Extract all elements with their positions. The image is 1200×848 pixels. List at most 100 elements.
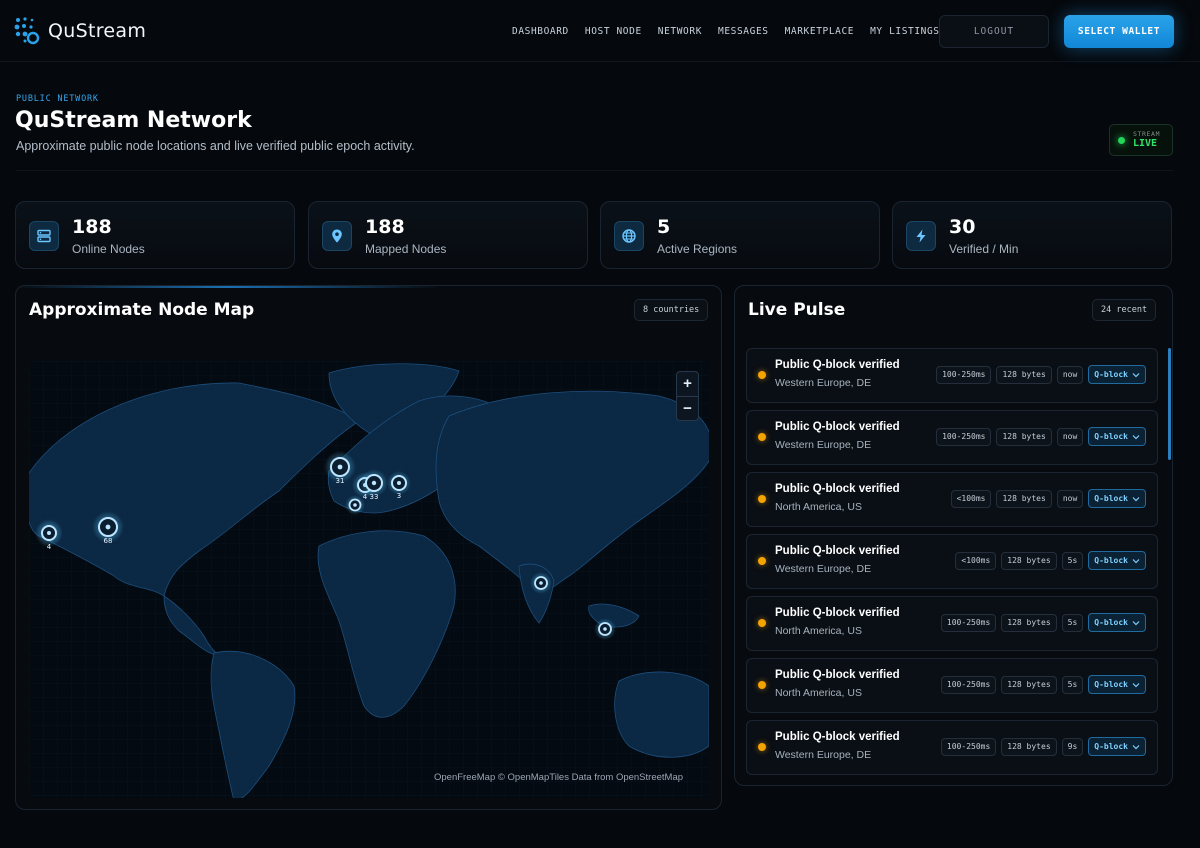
select-wallet-button[interactable]: SELECT WALLET — [1064, 15, 1174, 48]
page-title: QuStream Network — [15, 108, 252, 133]
event-region: North America, US — [775, 625, 862, 637]
countries-count-badge: 8 countries — [634, 299, 709, 321]
main-nav: DASHBOARD HOST NODE NETWORK MESSAGES MAR… — [512, 26, 940, 37]
brand-name: QuStream — [48, 20, 147, 42]
pulse-event[interactable]: Public Q-block verified Western Europe, … — [746, 410, 1158, 465]
map-attribution[interactable]: OpenFreeMap © OpenMapTiles Data from Ope… — [434, 772, 683, 783]
nav-dashboard[interactable]: DASHBOARD — [512, 26, 569, 37]
q-block-dropdown[interactable]: Q-block — [1088, 365, 1146, 384]
nav-marketplace[interactable]: MARKETPLACE — [785, 26, 855, 37]
size-tag: 128 bytes — [1001, 675, 1057, 694]
server-icon — [29, 221, 59, 251]
event-region: North America, US — [775, 501, 862, 513]
stat-label: Mapped Nodes — [365, 242, 447, 256]
event-title: Public Q-block verified — [775, 607, 900, 619]
stream-status-badge: STREAM LIVE — [1109, 124, 1173, 156]
pulse-event-list[interactable]: Public Q-block verified Western Europe, … — [746, 348, 1158, 782]
live-pulse-panel: Live Pulse 24 recent Public Q-block veri… — [734, 285, 1173, 786]
status-dot — [758, 371, 766, 379]
q-block-label: Q-block — [1094, 432, 1128, 441]
top-bar: QuStream DASHBOARD HOST NODE NETWORK MES… — [0, 0, 1200, 62]
nav-messages[interactable]: MESSAGES — [718, 26, 769, 37]
page-subtitle: Approximate public node locations and li… — [16, 139, 415, 153]
stat-card-mapped-nodes: 188 Mapped Nodes — [308, 201, 588, 269]
event-title: Public Q-block verified — [775, 483, 900, 495]
node-marker[interactable] — [345, 495, 365, 515]
status-dot — [758, 743, 766, 751]
chevron-down-icon — [1132, 620, 1140, 625]
header-divider — [16, 170, 1173, 171]
q-block-dropdown[interactable]: Q-block — [1088, 675, 1146, 694]
event-title: Public Q-block verified — [775, 731, 900, 743]
age-tag: 9s — [1061, 737, 1084, 756]
pulse-scrollbar[interactable] — [1168, 348, 1171, 460]
q-block-dropdown[interactable]: Q-block — [1088, 613, 1146, 632]
pulse-event[interactable]: Public Q-block verified Western Europe, … — [746, 534, 1158, 589]
status-dot — [758, 557, 766, 565]
event-region: Western Europe, DE — [775, 749, 872, 761]
size-tag: 128 bytes — [1001, 551, 1057, 570]
pulse-event[interactable]: Public Q-block verified North America, U… — [746, 658, 1158, 713]
latency-tag: <100ms — [955, 551, 997, 570]
brand-logo[interactable]: QuStream — [14, 16, 146, 46]
size-tag: 128 bytes — [996, 427, 1052, 446]
nav-my-listings[interactable]: MY LISTINGS — [870, 26, 940, 37]
pulse-panel-title: Live Pulse — [748, 300, 846, 320]
q-block-dropdown[interactable]: Q-block — [1088, 551, 1146, 570]
status-dot — [758, 619, 766, 627]
size-tag: 128 bytes — [1001, 613, 1057, 632]
q-block-label: Q-block — [1094, 680, 1128, 689]
stat-value: 188 — [72, 216, 112, 238]
event-region: Western Europe, DE — [775, 563, 872, 575]
q-block-dropdown[interactable]: Q-block — [1088, 737, 1146, 756]
age-tag: now — [1056, 365, 1084, 384]
size-tag: 128 bytes — [996, 489, 1052, 508]
cluster-count: 3 — [397, 492, 401, 500]
size-tag: 128 bytes — [1001, 737, 1057, 756]
node-marker[interactable] — [530, 572, 552, 594]
latency-tag: <100ms — [950, 489, 992, 508]
event-region: North America, US — [775, 687, 862, 699]
event-region: Western Europe, DE — [775, 377, 872, 389]
node-marker[interactable] — [594, 618, 616, 640]
node-map-panel: Approximate Node Map 8 countries 4 68 31… — [15, 285, 722, 810]
age-tag: now — [1056, 489, 1084, 508]
q-block-label: Q-block — [1094, 618, 1128, 627]
stat-value: 30 — [949, 216, 976, 238]
chevron-down-icon — [1132, 372, 1140, 377]
zoom-out-button[interactable]: − — [677, 395, 698, 421]
zoom-in-button[interactable]: + — [677, 372, 698, 396]
nav-network[interactable]: NETWORK — [658, 26, 702, 37]
world-map-graphic: 4 68 31 4 33 3 — [29, 361, 709, 798]
status-dot — [758, 433, 766, 441]
pulse-event[interactable]: Public Q-block verified Western Europe, … — [746, 720, 1158, 775]
map-pin-icon — [322, 221, 352, 251]
stat-card-active-regions: 5 Active Regions — [600, 201, 880, 269]
pulse-event[interactable]: Public Q-block verified North America, U… — [746, 596, 1158, 651]
stat-card-verified-per-min: 30 Verified / Min — [892, 201, 1172, 269]
chevron-down-icon — [1132, 744, 1140, 749]
q-block-dropdown[interactable]: Q-block — [1088, 427, 1146, 446]
world-map[interactable]: 4 68 31 4 33 3 — [29, 361, 709, 798]
age-tag: 5s — [1061, 613, 1084, 632]
stat-label: Verified / Min — [949, 242, 1019, 256]
live-indicator-dot — [1118, 136, 1125, 144]
pulse-event[interactable]: Public Q-block verified Western Europe, … — [746, 348, 1158, 403]
latency-tag: 100-250ms — [936, 427, 992, 446]
stream-status: LIVE — [1133, 138, 1158, 150]
stat-card-online-nodes: 188 Online Nodes — [15, 201, 295, 269]
logout-button[interactable]: LOGOUT — [939, 15, 1049, 48]
latency-tag: 100-250ms — [940, 675, 997, 694]
latency-tag: 100-250ms — [940, 613, 997, 632]
cluster-count: 68 — [104, 537, 113, 545]
map-panel-title: Approximate Node Map — [29, 300, 255, 320]
size-tag: 128 bytes — [996, 365, 1052, 384]
chevron-down-icon — [1132, 682, 1140, 687]
stat-value: 5 — [657, 216, 671, 238]
qustream-logo-icon — [14, 17, 40, 45]
nav-host-node[interactable]: HOST NODE — [585, 26, 642, 37]
q-block-dropdown[interactable]: Q-block — [1088, 489, 1146, 508]
cluster-count: 33 — [370, 493, 379, 501]
cluster-count: 4 — [47, 543, 52, 551]
pulse-event[interactable]: Public Q-block verified North America, U… — [746, 472, 1158, 527]
